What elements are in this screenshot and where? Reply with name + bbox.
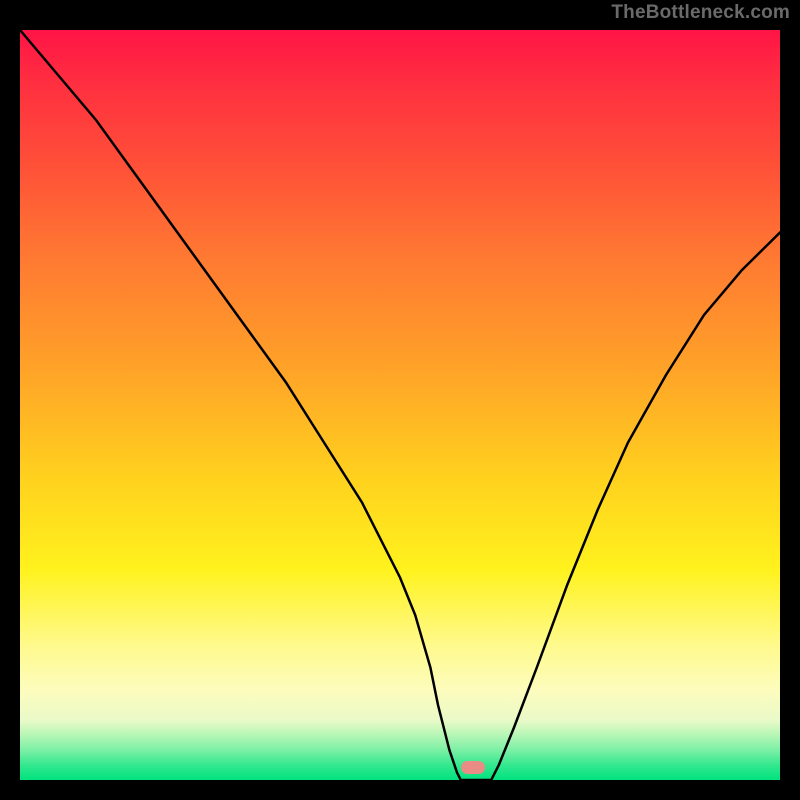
plot-area <box>20 30 780 780</box>
chart-frame: TheBottleneck.com <box>0 0 800 800</box>
curve-path <box>20 30 780 780</box>
watermark-label: TheBottleneck.com <box>611 2 790 24</box>
bottleneck-curve <box>20 30 780 780</box>
min-marker <box>461 761 485 774</box>
